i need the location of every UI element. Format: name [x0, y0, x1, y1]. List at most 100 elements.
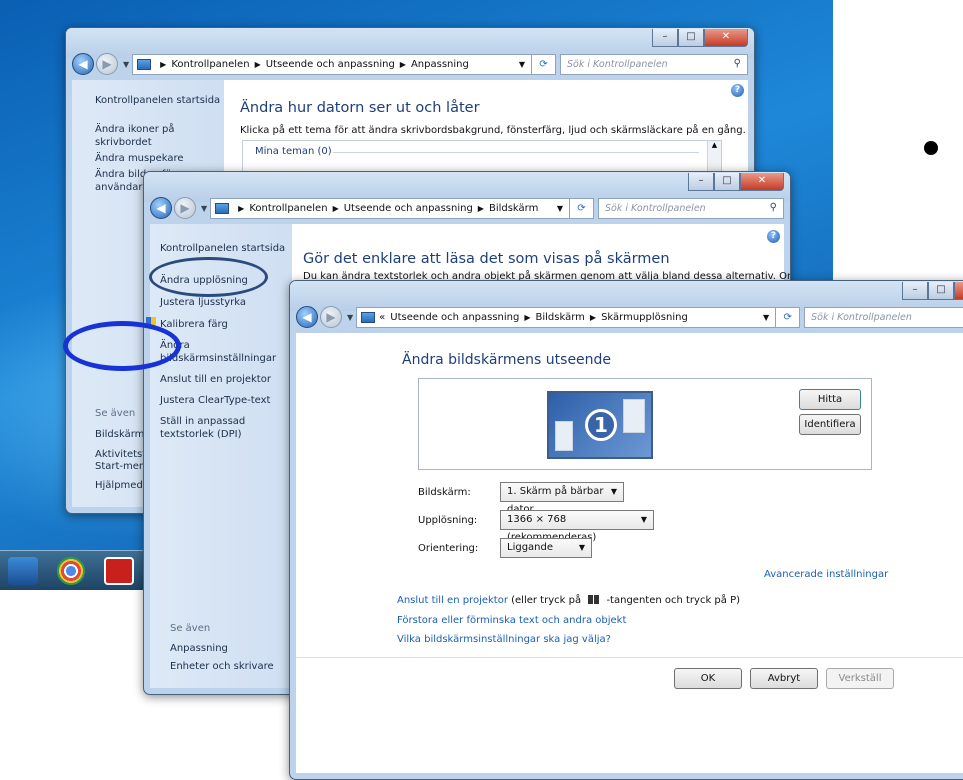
see-also-heading: Se även	[95, 408, 136, 419]
sidebar-link-projector[interactable]: Anslut till en projektor	[160, 373, 292, 386]
themes-group-label: Mina teman (0)	[255, 146, 332, 157]
refresh-icon[interactable]: ⟳	[776, 306, 801, 328]
window-thumbnail-left	[555, 421, 573, 451]
apply-button[interactable]: Verkställ	[826, 668, 894, 689]
sidebar-link-home[interactable]: Kontrollpanelen startsida	[95, 94, 224, 107]
search-icon[interactable]: ⚲	[734, 58, 741, 69]
breadcrumb-item[interactable]: Skärmupplösning	[601, 312, 688, 323]
help-icon[interactable]: ?	[731, 84, 744, 97]
sidebar-link-desktop-icons[interactable]: Ändra ikoner på skrivbordet	[95, 123, 224, 149]
resolution-select[interactable]: 1366 × 768 (rekommenderas) ▼	[500, 510, 654, 543]
chevron-down-icon[interactable]: ▼	[763, 313, 769, 322]
adobe-app-icon[interactable]	[104, 557, 134, 585]
annotation-ellipse-resolution	[149, 257, 268, 297]
chevron-down-icon[interactable]: ▼	[519, 60, 525, 69]
address-row: ◀ ▶ ▼ ▶ Kontrollpanelen ▶ Utseende och a…	[72, 52, 748, 76]
close-button[interactable]: ✕	[954, 282, 963, 300]
sidebar-link-calibrate-color[interactable]: Kalibrera färg	[146, 317, 292, 331]
sidebar-link-home[interactable]: Kontrollpanelen startsida	[160, 242, 292, 255]
detect-button[interactable]: Hitta	[799, 389, 861, 410]
see-also-link-display[interactable]: Bildskärm	[95, 428, 144, 441]
breadcrumb-item[interactable]: Utseende och anpassning	[390, 312, 519, 323]
search-input[interactable]: Sök i Kontrollpanelen ⚲	[598, 197, 784, 219]
chevron-down-icon[interactable]: ▼	[557, 204, 563, 213]
maximize-button[interactable]: □	[928, 282, 954, 300]
chevron-down-icon: ▼	[640, 515, 647, 524]
help-icon[interactable]: ?	[767, 230, 780, 243]
chevron-down-icon: ▼	[578, 543, 585, 552]
search-icon[interactable]: ⚲	[770, 202, 777, 213]
text-size-link[interactable]: Förstora eller förminska text och andra …	[397, 615, 626, 626]
advanced-settings-link[interactable]: Avancerade inställningar	[764, 569, 888, 580]
forward-arrow-icon[interactable]: ▶	[96, 53, 118, 75]
address-bar[interactable]: ▶ Kontrollpanelen ▶ Utseende och anpassn…	[210, 197, 570, 219]
breadcrumb-item[interactable]: Anpassning	[411, 59, 469, 70]
maximize-button[interactable]: □	[714, 173, 740, 191]
themes-divider	[333, 152, 699, 153]
refresh-icon[interactable]: ⟳	[570, 197, 594, 219]
page-title: Ändra bildskärmens utseende	[402, 352, 612, 368]
see-also-link-personalization[interactable]: Anpassning	[170, 642, 228, 655]
see-also-link-devices[interactable]: Enheter och skrivare	[170, 660, 274, 673]
projector-text-1: (eller tryck på	[511, 595, 582, 606]
ok-button[interactable]: OK	[674, 668, 742, 689]
history-dropdown-icon[interactable]: ▼	[347, 313, 353, 322]
orientation-select[interactable]: Liggande ▼	[500, 538, 592, 558]
resolution-label: Upplösning:	[418, 515, 478, 526]
chrome-icon[interactable]	[56, 557, 86, 585]
breadcrumb-item[interactable]: Kontrollpanelen	[249, 203, 327, 214]
see-also-heading: Se även	[170, 623, 211, 634]
breadcrumb-item[interactable]: Bildskärm	[536, 312, 585, 323]
forward-arrow-icon[interactable]: ▶	[320, 306, 342, 328]
which-settings-link[interactable]: Vilka bildskärmsinställningar ska jag vä…	[397, 634, 611, 645]
chevron-down-icon: ▼	[610, 487, 617, 496]
scrollbar[interactable]: ▲	[707, 141, 721, 175]
address-row: ◀ ▶ ▼ ▶ Kontrollpanelen ▶ Utseende och a…	[150, 196, 784, 220]
sidebar-link-dpi[interactable]: Ställ in anpassad textstorlek (DPI)	[160, 415, 290, 441]
sidebar-link-mouse-pointer[interactable]: Ändra muspekare	[95, 152, 224, 165]
monitor-1-tile[interactable]: 1	[547, 391, 653, 459]
sidebar-link-cleartype[interactable]: Justera ClearType-text	[160, 394, 292, 407]
projector-link[interactable]: Anslut till en projektor	[397, 595, 508, 606]
control-panel-icon	[137, 58, 152, 70]
breadcrumb-item[interactable]: Bildskärm	[489, 203, 538, 214]
forward-arrow-icon[interactable]: ▶	[174, 197, 196, 219]
search-input[interactable]: Sök i Kontrollpanelen ⚲	[804, 306, 963, 328]
media-app-icon[interactable]	[8, 557, 38, 585]
refresh-icon[interactable]: ⟳	[532, 53, 556, 75]
window-content: Ändra bildskärmens utseende 1 Hitta Iden…	[296, 333, 963, 773]
minimize-button[interactable]: –	[688, 173, 714, 191]
maximize-button[interactable]: □	[678, 29, 704, 47]
sidebar-link-label: Kalibrera färg	[160, 319, 228, 330]
search-placeholder: Sök i Kontrollpanelen	[605, 202, 706, 214]
back-arrow-icon[interactable]: ◀	[150, 197, 172, 219]
orientation-label: Orientering:	[418, 543, 479, 554]
display-select[interactable]: 1. Skärm på bärbar dator ▼	[500, 482, 624, 515]
close-button[interactable]: ✕	[704, 29, 748, 47]
display-label: Bildskärm:	[418, 487, 471, 498]
minimize-button[interactable]: –	[652, 29, 678, 47]
breadcrumb-item[interactable]: Kontrollpanelen	[171, 59, 249, 70]
breadcrumb-item[interactable]: Utseende och anpassning	[344, 203, 473, 214]
cancel-button[interactable]: Avbryt	[750, 668, 818, 689]
windows-key-icon	[588, 595, 600, 604]
breadcrumb-overflow[interactable]: «	[379, 312, 385, 323]
history-dropdown-icon[interactable]: ▼	[123, 60, 129, 69]
breadcrumb-item[interactable]: Utseende och anpassning	[266, 59, 395, 70]
back-arrow-icon[interactable]: ◀	[72, 53, 94, 75]
search-placeholder: Sök i Kontrollpanelen	[811, 311, 912, 323]
page-description: Klicka på ett tema för att ändra skrivbo…	[240, 125, 746, 136]
minimize-button[interactable]: –	[902, 282, 928, 300]
search-input[interactable]: Sök i Kontrollpanelen ⚲	[560, 53, 748, 75]
sidebar-link-brightness[interactable]: Justera ljusstyrka	[160, 296, 292, 309]
control-panel-icon	[215, 202, 230, 214]
close-button[interactable]: ✕	[740, 173, 784, 191]
address-bar[interactable]: « Utseende och anpassning ▶ Bildskärm ▶ …	[356, 306, 777, 328]
window-screen-resolution: – □ ✕ ◀ ▶ ▼ « Utseende och anpassning ▶ …	[289, 280, 963, 780]
window-controls: – □ ✕	[902, 282, 963, 300]
monitor-number-badge: 1	[585, 409, 617, 441]
history-dropdown-icon[interactable]: ▼	[201, 204, 207, 213]
identify-button[interactable]: Identifiera	[799, 414, 861, 435]
back-arrow-icon[interactable]: ◀	[296, 306, 318, 328]
address-bar[interactable]: ▶ Kontrollpanelen ▶ Utseende och anpassn…	[132, 53, 532, 75]
